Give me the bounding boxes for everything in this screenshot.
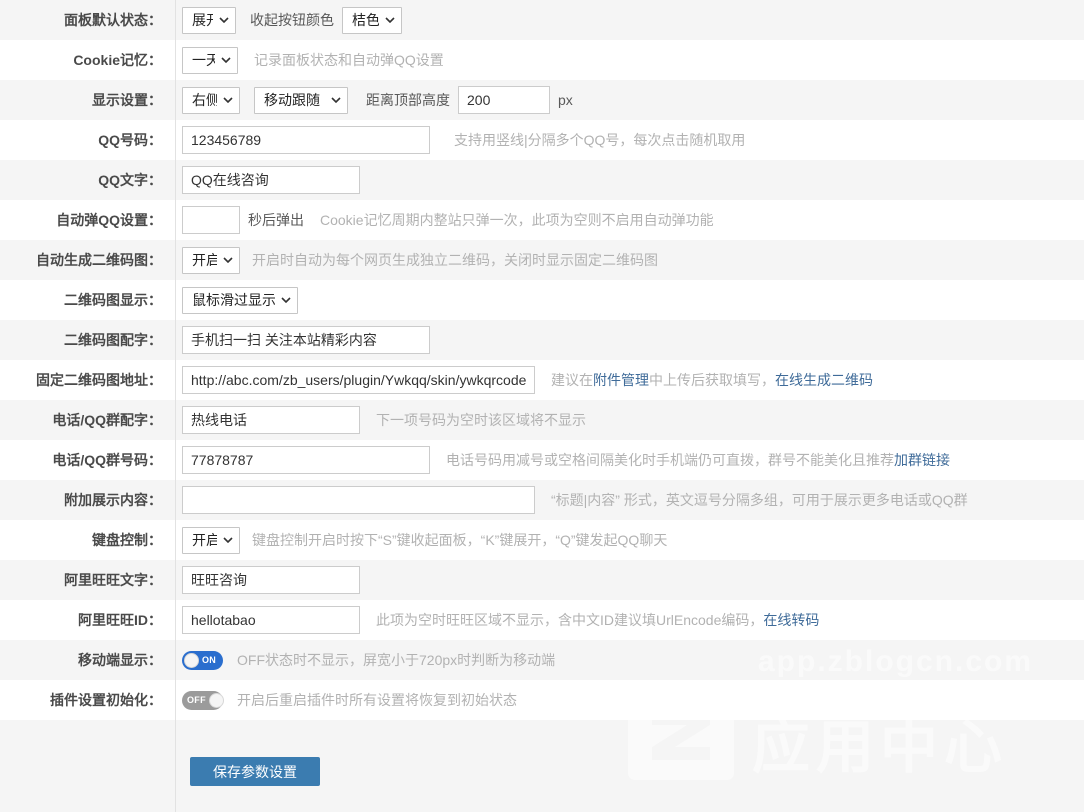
qrcode-display-select[interactable]: 鼠标滑过显示 [182, 287, 298, 314]
auto-qrcode-select[interactable]: 开启 [182, 247, 240, 274]
hint-text: 电话号码用减号或空格间隔美化时手机端仍可直拨，群号不能美化且推荐 [446, 450, 894, 470]
hint-text: 支持用竖线|分隔多个QQ号，每次点击随机取用 [454, 130, 745, 150]
row-auto-qrcode: 自动生成二维码图： 开启 开启时自动为每个网页生成独立二维码，关闭时显示固定二维… [0, 240, 1084, 280]
hint-text: “标题|内容” 形式，英文逗号分隔多组，可用于展示更多电话或QQ群 [551, 490, 968, 510]
row-keyboard-control: 键盘控制： 开启 键盘控制开启时按下“S”键收起面板，“K”键展开，“Q”键发起… [0, 520, 1084, 560]
phone-number-input[interactable] [182, 446, 430, 474]
extra-content-input[interactable] [182, 486, 535, 514]
hint-text: 开启后重启插件时所有设置将恢复到初始状态 [237, 690, 517, 710]
field-label: 显示设置： [0, 90, 175, 110]
field-label: 附加展示内容： [0, 490, 175, 510]
row-cookie-memory: Cookie记忆： 一天 记录面板状态和自动弹QQ设置 [0, 40, 1084, 80]
online-encode-link[interactable]: 在线转码 [763, 610, 819, 630]
auto-popup-seconds-input[interactable] [182, 206, 240, 234]
row-wangwang-text: 阿里旺旺文字： [0, 560, 1084, 600]
row-mobile-display: 移动端显示： ON OFF状态时不显示，屏宽小于720px时判断为移动端 [0, 640, 1084, 680]
hint-text: 下一项号码为空时该区域将不显示 [376, 410, 586, 430]
field-label: 电话/QQ群配字： [0, 410, 175, 430]
save-section: 保存参数设置 [0, 720, 1084, 812]
row-panel-default-state: 面板默认状态： 展开 收起按钮颜色 桔色 [0, 0, 1084, 40]
field-label: 阿里旺旺文字： [0, 570, 175, 590]
plugin-settings-form: 面板默认状态： 展开 收起按钮颜色 桔色 Cookie记忆： 一天 记录面板状态… [0, 0, 1084, 812]
field-label: 二维码图配字： [0, 330, 175, 350]
row-fixed-qrcode-url: 固定二维码图地址： 建议在 附件管理 中上传后获取填写， 在线生成二维码 [0, 360, 1084, 400]
field-label: 阿里旺旺ID： [0, 610, 175, 630]
row-phone-caption: 电话/QQ群配字： 下一项号码为空时该区域将不显示 [0, 400, 1084, 440]
qq-number-input[interactable] [182, 126, 430, 154]
field-label: 移动端显示： [0, 650, 175, 670]
row-extra-content: 附加展示内容： “标题|内容” 形式，英文逗号分隔多组，可用于展示更多电话或QQ… [0, 480, 1084, 520]
field-label: 电话/QQ群号码： [0, 450, 175, 470]
field-label: Cookie记忆： [0, 50, 175, 70]
hint-text: 开启时自动为每个网页生成独立二维码，关闭时显示固定二维码图 [252, 250, 658, 270]
row-qrcode-caption: 二维码图配字： [0, 320, 1084, 360]
field-label: 面板默认状态： [0, 10, 175, 30]
mobile-follow-select[interactable]: 移动跟随 [254, 87, 348, 114]
phone-caption-input[interactable] [182, 406, 360, 434]
toggle-state-label: OFF [184, 695, 209, 705]
hint-text: 建议在 [551, 370, 593, 390]
field-label: 自动生成二维码图： [0, 250, 175, 270]
attachment-manage-link[interactable]: 附件管理 [593, 370, 649, 390]
toggle-state-label: ON [199, 655, 219, 665]
collapse-button-color-label: 收起按钮颜色 [250, 10, 334, 30]
field-label: 自动弹QQ设置： [0, 210, 175, 230]
hint-text: 记录面板状态和自动弹QQ设置 [254, 50, 444, 70]
hint-text: OFF状态时不显示，屏宽小于720px时判断为移动端 [237, 650, 555, 670]
row-qq-text: QQ文字： [0, 160, 1084, 200]
position-select[interactable]: 右侧 [182, 87, 240, 114]
row-auto-popup: 自动弹QQ设置： 秒后弹出 Cookie记忆周期内整站只弹一次，此项为空则不启用… [0, 200, 1084, 240]
row-display-settings: 显示设置： 右侧 移动跟随 距离顶部高度 px [0, 80, 1084, 120]
row-wangwang-id: 阿里旺旺ID： 此项为空时旺旺区域不显示，含中文ID建议填UrlEncode编码… [0, 600, 1084, 640]
field-label: 二维码图显示： [0, 290, 175, 310]
toggle-knob [209, 693, 224, 708]
cookie-memory-select[interactable]: 一天 [182, 47, 238, 74]
hint-text: 中上传后获取填写， [649, 370, 775, 390]
label-column-divider [175, 0, 176, 812]
qrcode-caption-input[interactable] [182, 326, 430, 354]
row-plugin-reset: 插件设置初始化： OFF 开启后重启插件时所有设置将恢复到初始状态 [0, 680, 1084, 720]
plugin-reset-toggle[interactable]: OFF [182, 691, 223, 710]
toggle-knob [184, 653, 199, 668]
keyboard-control-select[interactable]: 开启 [182, 527, 240, 554]
seconds-popup-label: 秒后弹出 [248, 210, 304, 230]
top-offset-label: 距离顶部高度 [366, 90, 450, 110]
hint-text: 此项为空时旺旺区域不显示，含中文ID建议填UrlEncode编码， [376, 610, 763, 630]
hint-text: 键盘控制开启时按下“S”键收起面板，“K”键展开，“Q”键发起QQ聊天 [252, 530, 667, 550]
field-label: 键盘控制： [0, 530, 175, 550]
field-label: QQ号码： [0, 130, 175, 150]
fixed-qrcode-url-input[interactable] [182, 366, 535, 394]
wangwang-text-input[interactable] [182, 566, 360, 594]
panel-default-state-select[interactable]: 展开 [182, 7, 236, 34]
wangwang-id-input[interactable] [182, 606, 360, 634]
row-qrcode-display: 二维码图显示： 鼠标滑过显示 [0, 280, 1084, 320]
collapse-button-color-select[interactable]: 桔色 [342, 7, 402, 34]
qq-text-input[interactable] [182, 166, 360, 194]
field-label: 插件设置初始化： [0, 690, 175, 710]
join-group-link[interactable]: 加群链接 [894, 450, 950, 470]
save-button[interactable]: 保存参数设置 [190, 757, 320, 786]
row-qq-number: QQ号码： 支持用竖线|分隔多个QQ号，每次点击随机取用 [0, 120, 1084, 160]
field-label: 固定二维码图地址： [0, 370, 175, 390]
unit-label: px [558, 92, 573, 108]
generate-qrcode-link[interactable]: 在线生成二维码 [775, 370, 873, 390]
top-offset-input[interactable] [458, 86, 550, 114]
row-phone-number: 电话/QQ群号码： 电话号码用减号或空格间隔美化时手机端仍可直拨，群号不能美化且… [0, 440, 1084, 480]
hint-text: Cookie记忆周期内整站只弹一次，此项为空则不启用自动弹功能 [320, 210, 714, 230]
field-label: QQ文字： [0, 170, 175, 190]
mobile-display-toggle[interactable]: ON [182, 651, 223, 670]
